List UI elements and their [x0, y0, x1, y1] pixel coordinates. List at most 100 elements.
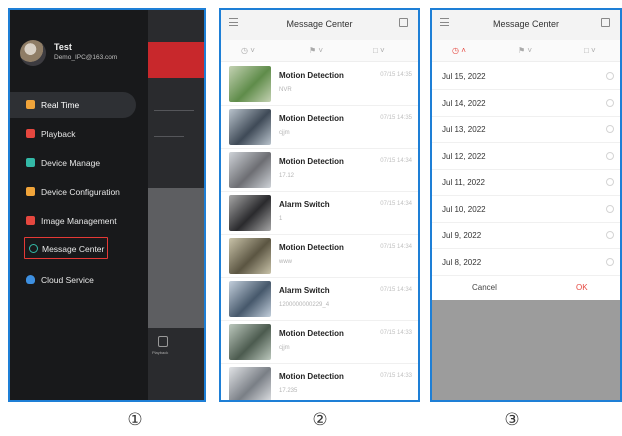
alarm-type-filter-icon[interactable]: ⚑ ˅	[309, 46, 323, 55]
filter-bar: ◷ ˄ ⚑ ˅ □ ˅	[432, 40, 620, 62]
menu-item-image-management[interactable]: Image Management	[10, 208, 136, 234]
playback-tab-label[interactable]: Playback	[152, 350, 168, 355]
playback-tab-icon[interactable]	[158, 336, 168, 347]
message-title: Motion Detection	[279, 157, 344, 166]
page-title: Message Center	[492, 19, 560, 29]
menu-item-real-time[interactable]: Real Time	[10, 92, 136, 118]
message-time: 07/15 14:33	[380, 330, 412, 336]
message-time: 07/15 14:34	[380, 201, 412, 207]
radio-button[interactable]	[606, 257, 614, 266]
date-label: Jul 8, 2022	[442, 257, 482, 267]
menu-item-label: Message Center	[42, 244, 105, 254]
menu-item-label: Cloud Service	[41, 275, 94, 285]
menu-item-playback[interactable]: Playback	[10, 121, 136, 147]
message-source: 1200000000229_4	[279, 302, 330, 308]
header: Message Center	[221, 10, 418, 40]
message-item[interactable]: Motion Detection 17.12 07/15 14:34	[221, 149, 418, 192]
date-option[interactable]: Jul 11, 2022	[432, 169, 620, 196]
snapshot-thumbnail[interactable]	[229, 195, 271, 231]
cloud-icon	[26, 275, 35, 284]
snapshot-thumbnail[interactable]	[229, 238, 271, 274]
config-icon	[26, 187, 35, 196]
message-source: cjjm	[279, 345, 290, 351]
ok-button[interactable]: OK	[576, 283, 588, 292]
menu-item-label: Device Manage	[41, 158, 101, 168]
snapshot-thumbnail[interactable]	[229, 281, 271, 317]
radio-button[interactable]	[606, 98, 614, 107]
message-icon	[29, 244, 38, 253]
radio-button[interactable]	[606, 72, 614, 80]
date-label: Jul 11, 2022	[442, 178, 485, 187]
caption-3: ③	[504, 410, 520, 430]
menu-item-device-configuration[interactable]: Device Configuration	[10, 179, 136, 205]
radio-button[interactable]	[606, 231, 614, 239]
edit-icon[interactable]	[399, 18, 408, 27]
radio-button[interactable]	[606, 204, 614, 213]
user-email: Demo_IPC@163.com	[54, 54, 118, 61]
avatar[interactable]	[20, 40, 46, 66]
message-item[interactable]: Motion Detection NVR 07/15 14:35	[221, 63, 418, 106]
edit-icon[interactable]	[601, 18, 610, 27]
message-item[interactable]: Motion Detection cjjm 07/15 14:35	[221, 106, 418, 149]
menu-item-label: Device Configuration	[41, 187, 120, 197]
time-filter-icon[interactable]: ◷ ˄	[452, 46, 466, 55]
message-title: Motion Detection	[279, 372, 344, 381]
date-option[interactable]: Jul 13, 2022	[432, 116, 620, 143]
message-item[interactable]: Motion Detection www 07/15 14:34	[221, 235, 418, 278]
snapshot-thumbnail[interactable]	[229, 367, 271, 400]
message-source: www	[279, 259, 292, 265]
menu-item-message-center[interactable]: Message Center	[24, 237, 108, 259]
date-label: Jul 12, 2022	[442, 151, 486, 161]
message-title: Motion Detection	[279, 243, 344, 252]
snapshot-thumbnail[interactable]	[229, 109, 271, 145]
image-icon	[26, 216, 35, 225]
message-time: 07/15 14:34	[380, 158, 412, 164]
user-profile[interactable]: Test Demo_IPC@163.com	[20, 40, 180, 70]
caption-1: ①	[127, 410, 143, 430]
date-option[interactable]: Jul 9, 2022	[432, 222, 620, 249]
date-label: Jul 13, 2022	[442, 125, 486, 134]
menu-item-label: Real Time	[41, 100, 80, 110]
date-option[interactable]: Jul 12, 2022	[432, 143, 620, 170]
divider	[154, 110, 194, 111]
device-filter-icon[interactable]: □ ˅	[373, 46, 385, 55]
date-option[interactable]: Jul 15, 2022	[432, 63, 620, 90]
radio-button[interactable]	[606, 151, 614, 160]
modal-overlay[interactable]	[432, 300, 620, 400]
message-source: 17.235	[279, 388, 298, 394]
cancel-button[interactable]: Cancel	[472, 283, 497, 292]
snapshot-thumbnail[interactable]	[229, 324, 271, 360]
date-option[interactable]: Jul 8, 2022	[432, 249, 620, 276]
screen-message-list: Message Center ◷ ˅ ⚑ ˅ □ ˅ Motion Detect…	[219, 8, 420, 402]
page-title: Message Center	[286, 19, 353, 29]
message-item[interactable]: Alarm Switch 1200000000229_4 07/15 14:34	[221, 278, 418, 321]
message-source: NVR	[279, 87, 292, 93]
menu-item-device-manage[interactable]: Device Manage	[10, 150, 136, 176]
device-filter-icon[interactable]: □ ˅	[584, 46, 596, 55]
message-item[interactable]: Motion Detection 17.235 07/15 14:33	[221, 364, 418, 400]
date-label: Jul 9, 2022	[442, 231, 482, 240]
filter-bar: ◷ ˅ ⚑ ˅ □ ˅	[221, 40, 418, 62]
snapshot-thumbnail[interactable]	[229, 66, 271, 102]
message-time: 07/15 14:34	[380, 244, 412, 250]
message-item[interactable]: Motion Detection cjjm 07/15 14:33	[221, 321, 418, 364]
menu-item-label: Playback	[41, 129, 76, 139]
date-option[interactable]: Jul 14, 2022	[432, 90, 620, 117]
radio-button[interactable]	[606, 178, 614, 186]
message-title: Alarm Switch	[279, 200, 330, 209]
message-title: Motion Detection	[279, 329, 344, 338]
message-item[interactable]: Alarm Switch 1 07/15 14:34	[221, 192, 418, 235]
snapshot-thumbnail[interactable]	[229, 152, 271, 188]
screen-side-menu: Playback Test Demo_IPC@163.com Real Time…	[8, 8, 206, 402]
message-title: Motion Detection	[279, 114, 344, 123]
camera-icon	[26, 158, 35, 167]
username: Test	[54, 42, 72, 52]
alarm-type-filter-icon[interactable]: ⚑ ˅	[518, 46, 532, 55]
date-option[interactable]: Jul 10, 2022	[432, 196, 620, 223]
date-label: Jul 14, 2022	[442, 98, 486, 108]
menu-item-cloud-service[interactable]: Cloud Service	[10, 267, 136, 293]
radio-button[interactable]	[606, 125, 614, 133]
menu-item-label: Image Management	[41, 216, 117, 226]
screen-date-picker: Message Center ◷ ˄ ⚑ ˅ □ ˅ Jul 15, 2022 J…	[430, 8, 622, 402]
time-filter-icon[interactable]: ◷ ˅	[241, 46, 255, 55]
